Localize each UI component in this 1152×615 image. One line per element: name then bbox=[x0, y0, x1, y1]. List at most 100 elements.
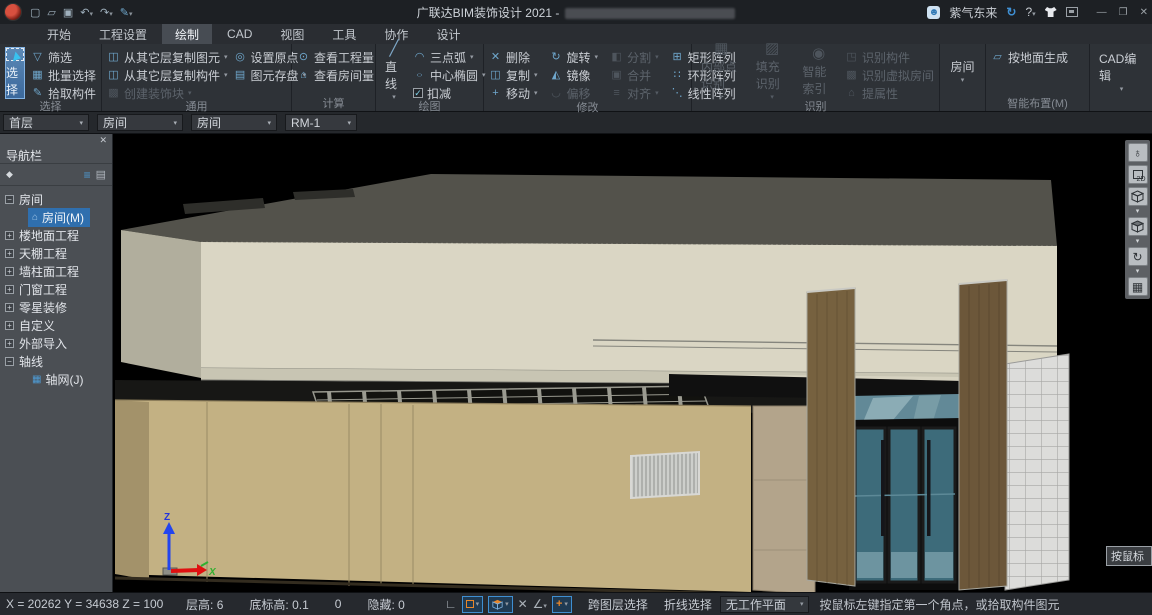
offset-button[interactable]: ◡偏移 bbox=[550, 85, 599, 101]
list-view-icon[interactable]: ≡ bbox=[84, 168, 90, 182]
user-avatar[interactable]: ☻ bbox=[927, 6, 940, 19]
help-icon[interactable]: ?▾ bbox=[1025, 5, 1035, 19]
expand-icon[interactable]: + bbox=[5, 285, 14, 294]
fill-recognize-button[interactable]: ▨填充识别▾ bbox=[752, 46, 793, 96]
cross-icon[interactable]: ✕ bbox=[518, 597, 528, 611]
chevron-down-icon[interactable]: ▾ bbox=[1136, 209, 1140, 214]
menu-cad[interactable]: CAD bbox=[214, 24, 265, 44]
menu-design[interactable]: 设计 bbox=[423, 24, 473, 44]
expand-icon[interactable]: + bbox=[5, 249, 14, 258]
expand-icon[interactable]: + bbox=[5, 321, 14, 330]
extract-properties-button[interactable]: ⌂提属性 bbox=[845, 85, 934, 101]
restore-button[interactable]: ❐ bbox=[1119, 7, 1128, 18]
batch-select-button[interactable]: ▦批量选择 bbox=[31, 67, 96, 83]
collapse-icon[interactable]: − bbox=[5, 357, 14, 366]
tree-node-floor-works[interactable]: +楼地面工程 bbox=[0, 226, 112, 244]
level-dropdown[interactable]: 首层▾ bbox=[3, 114, 89, 131]
view-room-quantities-button[interactable]: ⌂查看房间量 bbox=[297, 67, 374, 83]
type-dropdown[interactable]: 房间▾ bbox=[191, 114, 277, 131]
tree-node-room[interactable]: −房间 bbox=[0, 190, 112, 208]
menu-start[interactable]: 开始 bbox=[34, 24, 84, 44]
cad-edit-button[interactable]: CAD编辑▾ bbox=[1095, 46, 1148, 96]
tree-node-misc-decoration[interactable]: +零星装修 bbox=[0, 298, 112, 316]
undo-icon[interactable]: ↶▾ bbox=[80, 6, 93, 19]
recognize-component-button[interactable]: ◳识别构件 bbox=[845, 49, 934, 65]
orbit-icon[interactable]: ♁ bbox=[1128, 143, 1148, 162]
collapse-icon[interactable]: − bbox=[5, 195, 14, 204]
schedule-grid-icon[interactable]: ▦ bbox=[1128, 277, 1148, 296]
tree-node-axis-grid[interactable]: ▦轴网(J) bbox=[0, 370, 112, 388]
smart-index-button[interactable]: ◉智能索引 bbox=[798, 46, 839, 96]
move-button[interactable]: +移动▾ bbox=[489, 85, 538, 101]
expand-icon[interactable]: + bbox=[5, 267, 14, 276]
extend-line-toggle[interactable]: +▾ bbox=[552, 596, 572, 613]
merge-button[interactable]: ▣合并 bbox=[610, 67, 659, 83]
rotate-button[interactable]: ↻旋转▾ bbox=[550, 49, 599, 65]
split-button[interactable]: ◧分割▾ bbox=[610, 49, 659, 65]
3d-snap-toggle[interactable]: ▾ bbox=[488, 596, 513, 613]
workspace-icon[interactable] bbox=[1066, 7, 1078, 17]
tree-node-wall-column-works[interactable]: +墙柱面工程 bbox=[0, 262, 112, 280]
tree-node-door-window-works[interactable]: +门窗工程 bbox=[0, 280, 112, 298]
tree-node-axis[interactable]: −轴线 bbox=[0, 352, 112, 370]
menu-draw[interactable]: 绘制 bbox=[162, 24, 212, 44]
chevron-down-icon[interactable]: ▾ bbox=[1136, 269, 1140, 274]
center-ellipse-button[interactable]: ○中心椭圆▾ bbox=[413, 67, 486, 83]
user-name[interactable]: 紫气东来 bbox=[949, 4, 997, 21]
cube-view-icon[interactable] bbox=[1128, 187, 1148, 206]
view-quantities-button[interactable]: ⊙查看工程量 bbox=[297, 49, 374, 65]
tree-node-external-import[interactable]: +外部导入 bbox=[0, 334, 112, 352]
create-decoration-block-button[interactable]: ▩创建装饰块▾ bbox=[107, 85, 228, 101]
angle-icon[interactable]: ∠▾ bbox=[533, 597, 547, 611]
delete-button[interactable]: ✕删除 bbox=[489, 49, 538, 65]
pick-component-button[interactable]: ✎拾取构件 bbox=[31, 85, 96, 101]
open-file-icon[interactable]: ▱ bbox=[47, 6, 55, 19]
menu-project-settings[interactable]: 工程设置 bbox=[86, 24, 160, 44]
cross-layer-select-button[interactable]: 跨图层选择 bbox=[580, 596, 656, 613]
copy-component-other-layer-button[interactable]: ◫从其它层复制构件▾ bbox=[107, 67, 228, 83]
rotate-view-icon[interactable]: ↻ bbox=[1128, 247, 1148, 266]
work-plane-dropdown[interactable]: 无工作平面▾ bbox=[720, 596, 810, 613]
panel-close-icon[interactable]: ✕ bbox=[99, 135, 107, 146]
category-dropdown[interactable]: 房间▾ bbox=[97, 114, 183, 131]
sync-icon[interactable]: ↻ bbox=[1006, 5, 1016, 19]
new-file-icon[interactable]: ▢ bbox=[30, 6, 40, 19]
recognize-virtual-room-button[interactable]: ▩识别虚拟房间 bbox=[845, 67, 934, 83]
room-button[interactable]: 房间▾ bbox=[943, 46, 983, 96]
menu-view[interactable]: 视图 bbox=[267, 24, 317, 44]
app-logo-icon[interactable] bbox=[4, 3, 22, 21]
generate-by-floor-button[interactable]: ▱按地面生成 bbox=[991, 49, 1068, 65]
close-button[interactable]: ✕ bbox=[1140, 7, 1148, 18]
viewport-3d[interactable]: Z X ♁ 2D ▾ ▾ ↻ ▾ bbox=[113, 134, 1152, 592]
expand-icon[interactable]: + bbox=[5, 231, 14, 240]
brush-icon[interactable]: ✎▾ bbox=[120, 6, 133, 19]
line-button[interactable]: ╱ 直线▾ bbox=[381, 46, 407, 96]
three-point-arc-button[interactable]: ◠三点弧▾ bbox=[413, 49, 486, 65]
expand-icon[interactable]: + bbox=[5, 303, 14, 312]
save-icon[interactable]: ▣ bbox=[63, 6, 73, 19]
mirror-button[interactable]: ◭镜像 bbox=[550, 67, 599, 83]
copy-button[interactable]: ◫复制▾ bbox=[489, 67, 538, 83]
selection-box-toggle[interactable]: ▾ bbox=[462, 596, 484, 613]
3d-model-canvas[interactable]: Z X bbox=[113, 134, 1152, 592]
chevron-down-icon[interactable]: ▾ bbox=[1136, 239, 1140, 244]
filter-button[interactable]: ▽筛选 bbox=[31, 49, 96, 65]
polyline-select-button[interactable]: 折线选择 bbox=[656, 596, 720, 613]
select-button[interactable]: 选择 bbox=[5, 47, 25, 99]
expand-icon[interactable]: + bbox=[5, 339, 14, 348]
tree-node-ceiling-works[interactable]: +天棚工程 bbox=[0, 244, 112, 262]
ortho-corner-icon[interactable]: ∟ bbox=[445, 597, 457, 611]
copy-element-other-layer-button[interactable]: ◫从其它层复制图元▾ bbox=[107, 49, 228, 65]
align-button[interactable]: ≡对齐▾ bbox=[610, 85, 659, 101]
inner-point-recognize-button[interactable]: ▦内部点识别▾ bbox=[697, 46, 746, 96]
name-dropdown[interactable]: RM-1▾ bbox=[285, 114, 357, 131]
minimize-button[interactable]: — bbox=[1097, 7, 1107, 18]
tree-node-room-m[interactable]: ⌂房间(M) bbox=[0, 208, 112, 226]
redo-icon[interactable]: ↷▾ bbox=[100, 6, 113, 19]
panel-view-icon[interactable]: ▤ bbox=[96, 168, 106, 181]
theme-shirt-icon[interactable] bbox=[1045, 7, 1057, 17]
cube-view-alt-icon[interactable] bbox=[1128, 217, 1148, 236]
deduction-checkbox[interactable]: ✓扣减 bbox=[413, 85, 486, 101]
sparkle-icon[interactable]: ◆ bbox=[6, 169, 13, 180]
menu-tools[interactable]: 工具 bbox=[319, 24, 369, 44]
